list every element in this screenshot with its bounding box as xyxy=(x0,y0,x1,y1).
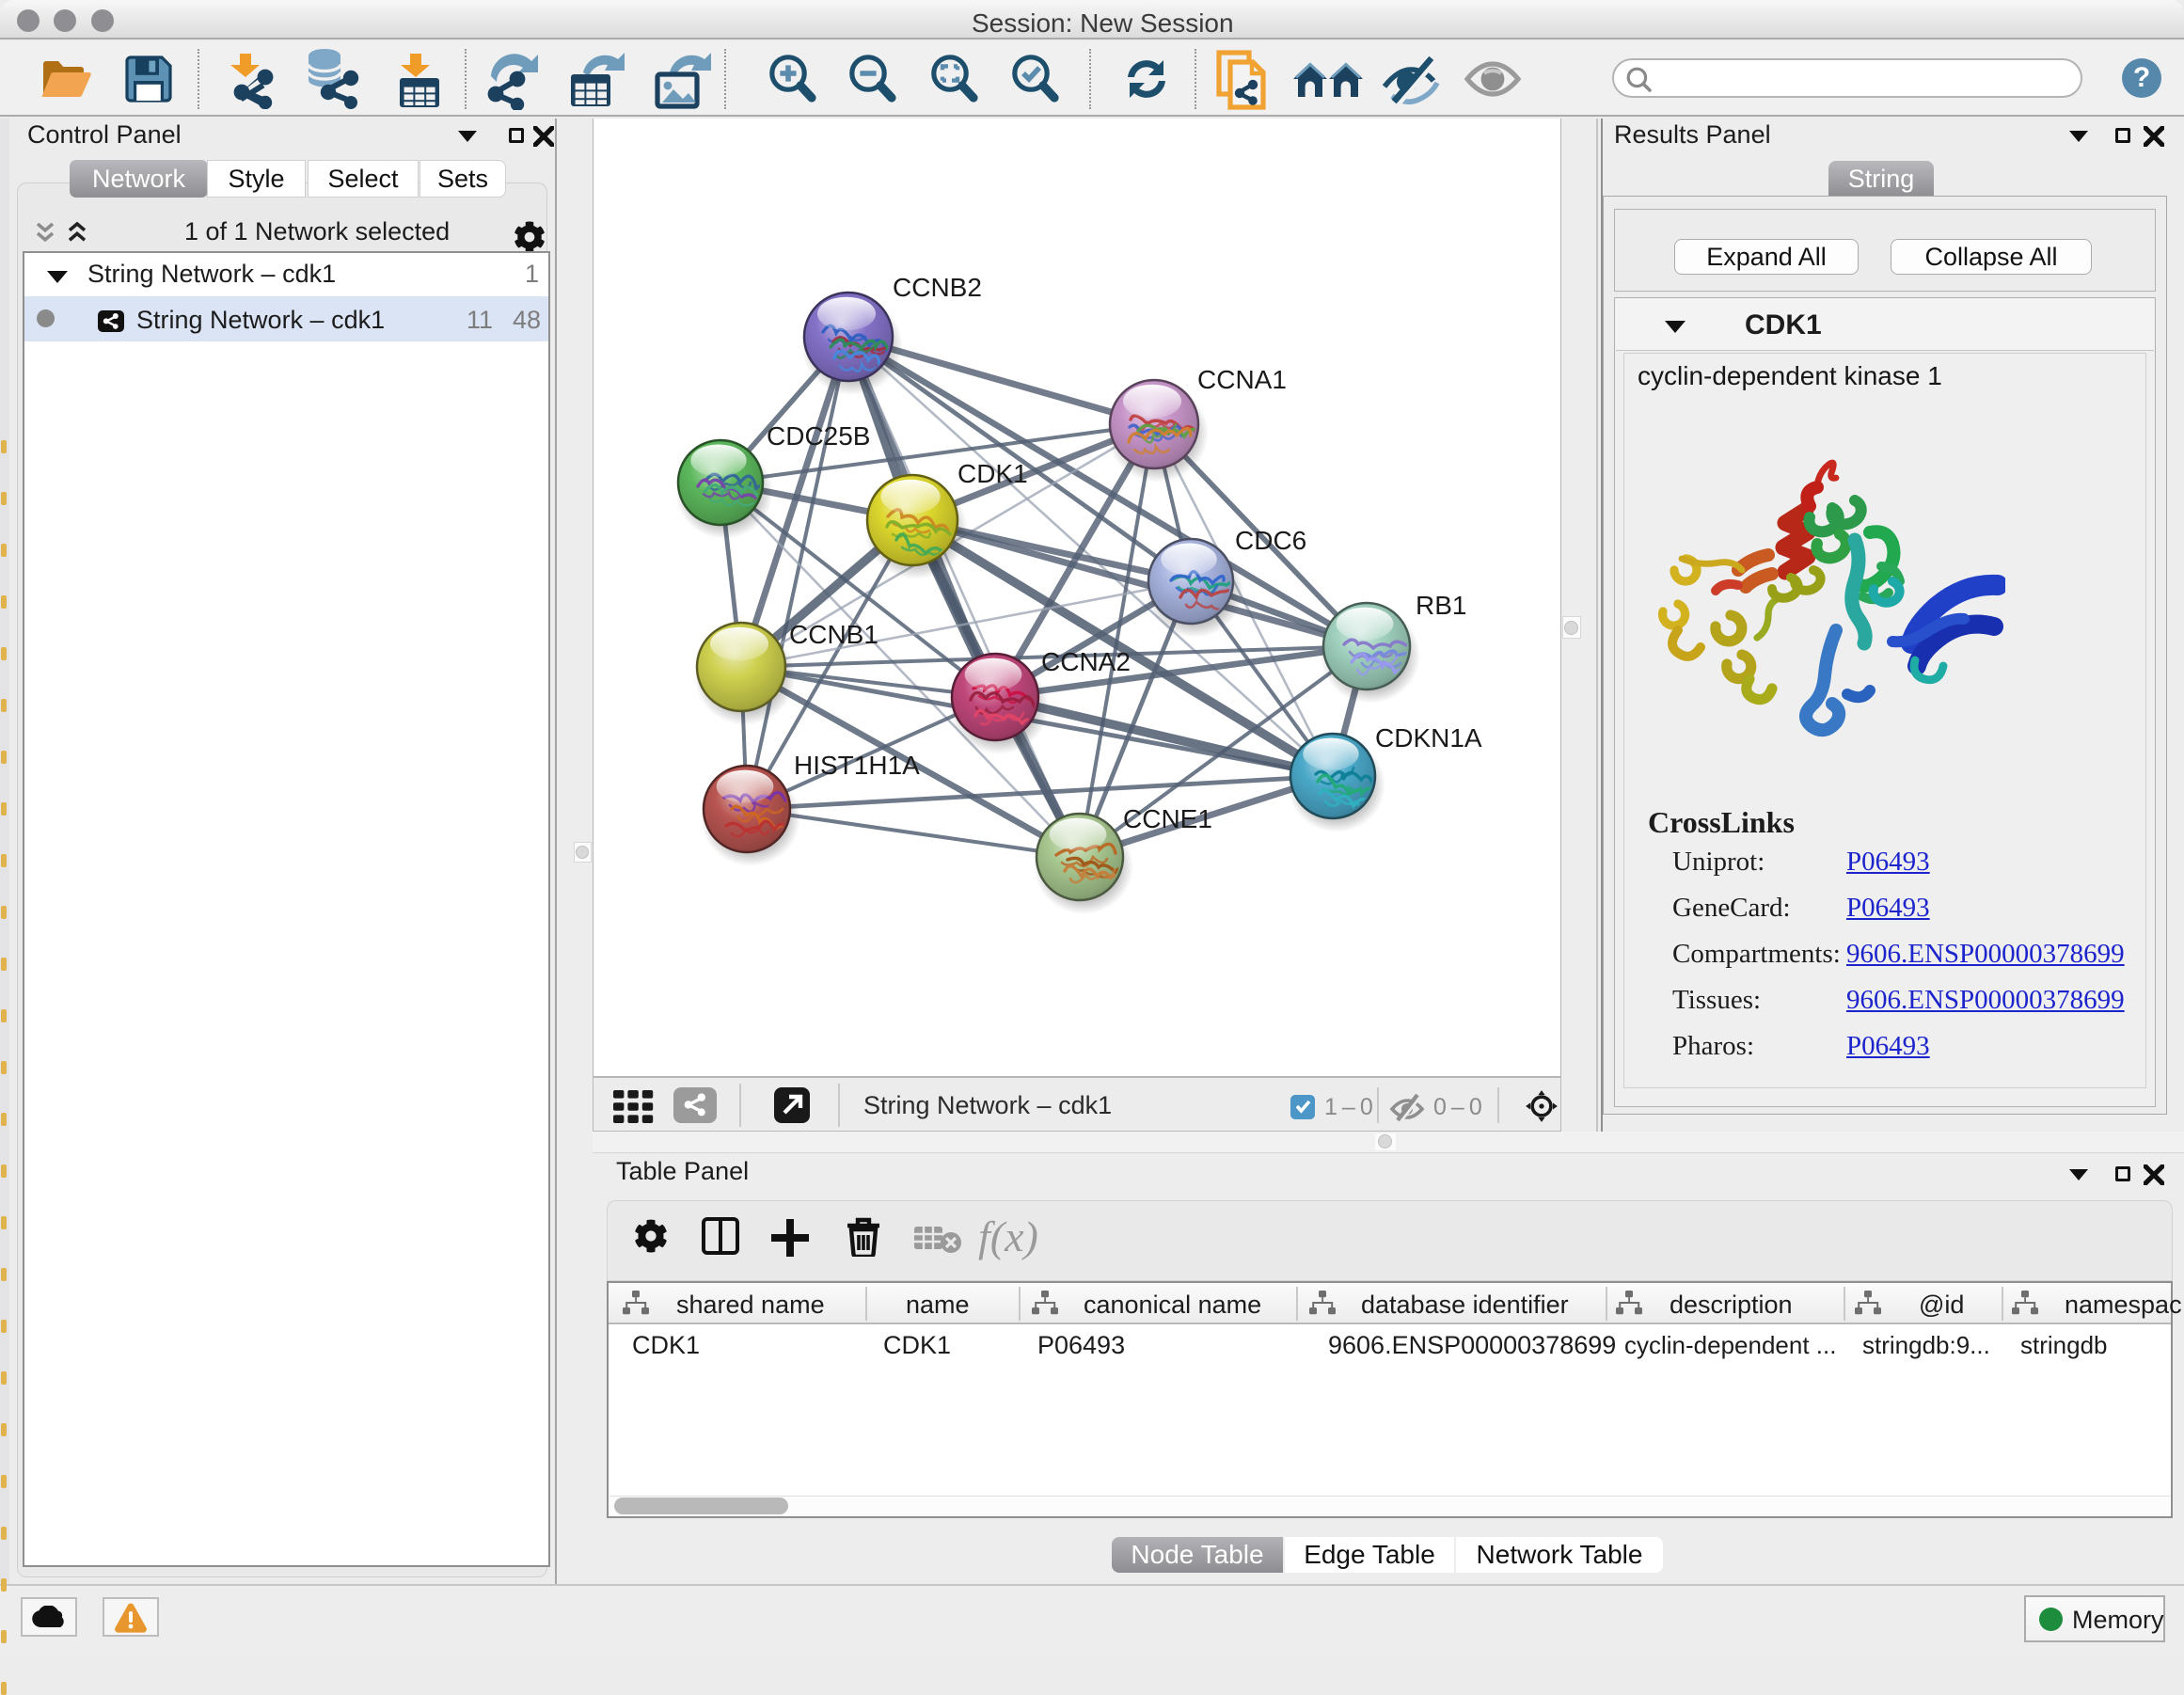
svg-text:CCNB1: CCNB1 xyxy=(789,620,878,649)
svg-text:CDC6: CDC6 xyxy=(1235,526,1306,555)
svg-text:CDKN1A: CDKN1A xyxy=(1375,723,1482,752)
svg-text:CDK1: CDK1 xyxy=(957,459,1028,488)
svg-text:RB1: RB1 xyxy=(1416,591,1466,620)
svg-text:CDC25B: CDC25B xyxy=(767,421,870,451)
svg-text:HIST1H1A: HIST1H1A xyxy=(794,751,920,780)
svg-text:CCNA2: CCNA2 xyxy=(1041,647,1131,676)
svg-text:CCNE1: CCNE1 xyxy=(1123,804,1212,833)
svg-text:CCNA1: CCNA1 xyxy=(1197,365,1287,394)
svg-text:CCNB2: CCNB2 xyxy=(893,273,982,302)
